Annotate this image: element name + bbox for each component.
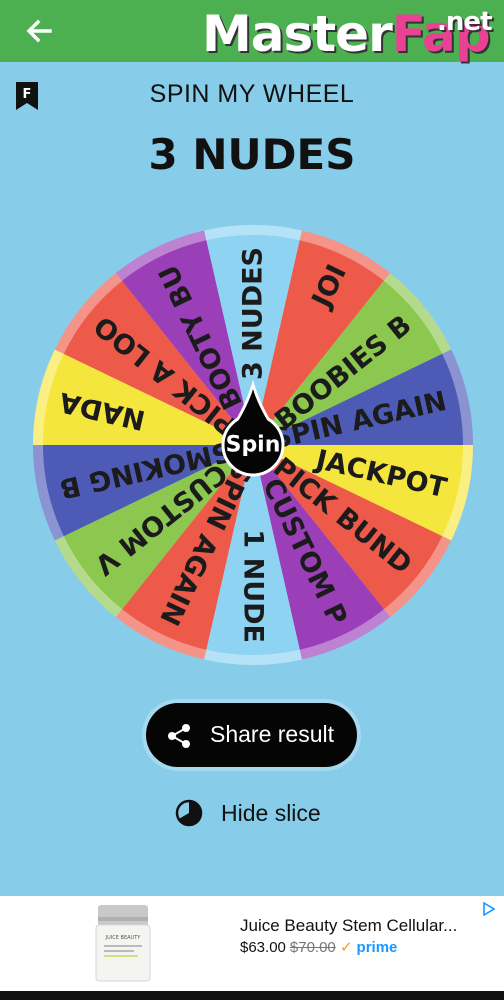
ad-price: $63.00 — [240, 939, 286, 956]
arrow-left-icon[interactable] — [22, 14, 56, 48]
adchoices-icon[interactable] — [482, 901, 496, 917]
wheel-segment-label: 3 NUDES — [238, 247, 269, 380]
share-result-button[interactable]: Share result — [146, 703, 357, 767]
top-app-bar: MasterFap .net — [0, 0, 504, 64]
ad-price-row: $63.00 $70.00 ✓ prime — [240, 938, 397, 956]
wheel-graphic[interactable]: 3 NUDES JOIBOOBIES BSPIN AGAINJACKPOTPICK… — [28, 220, 478, 670]
bottom-strip — [0, 991, 504, 1000]
prime-badge: prime — [356, 939, 398, 956]
pie-chart-icon — [175, 799, 203, 827]
spin-button-label: Spin — [226, 433, 281, 458]
ad-title: Juice Beauty Stem Cellular... — [240, 916, 458, 935]
product-image: JUICE BEAUTY — [92, 903, 154, 985]
prime-check: ✓ — [339, 939, 353, 956]
hide-slice-label: Hide slice — [221, 800, 321, 826]
watermark-part-1: Master — [202, 5, 393, 63]
share-result-label: Share result — [210, 721, 335, 747]
spin-wheel[interactable]: 3 NUDES JOI BOOBIES B SPIN AGAIN JACKPOT PICK… — [28, 220, 478, 670]
product-brand: JUICE BEAUTY — [105, 935, 142, 941]
watermark-logo: MasterFap .net — [202, 4, 493, 64]
page-title: SPIN MY WHEEL — [149, 80, 355, 108]
wheel-segment-label-group: 3 NUDES — [238, 247, 269, 380]
ad-banner[interactable]: JUICE BEAUTY Juice Beauty Stem Cellular.… — [0, 896, 504, 991]
wheel-segment-label-group: 1 NUDE — [238, 529, 269, 643]
spin-result: 3 NUDES — [148, 130, 356, 179]
wheel-segment-label: 1 NUDE — [238, 529, 269, 643]
ad-old-price: $70.00 — [289, 939, 336, 956]
watermark-part-3: .net — [437, 7, 492, 37]
share-icon — [166, 723, 192, 749]
